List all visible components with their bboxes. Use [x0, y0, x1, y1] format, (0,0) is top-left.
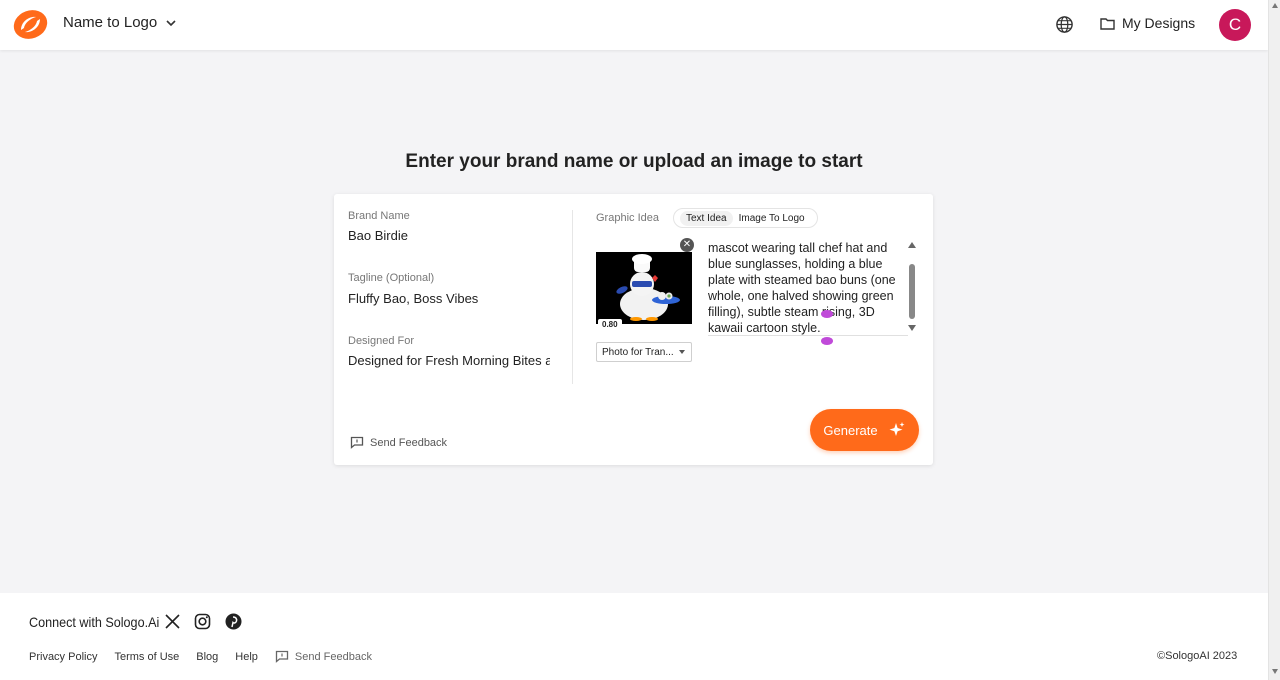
- idea-mode-toggle: Text Idea Image To Logo: [673, 208, 818, 228]
- send-feedback-label: Send Feedback: [370, 436, 448, 449]
- app-title: Name to Logo: [63, 14, 158, 31]
- footer-send-feedback-link[interactable]: Send Feedback: [275, 650, 372, 663]
- scroll-down-arrow-icon[interactable]: [1272, 669, 1278, 674]
- my-designs-button[interactable]: My Designs: [1100, 15, 1195, 31]
- tagline-input[interactable]: Fluffy Bao, Boss Vibes: [348, 291, 550, 306]
- copyright-text: ©SologoAI 2023: [1157, 650, 1238, 662]
- blog-link[interactable]: Blog: [196, 651, 218, 663]
- send-feedback-link[interactable]: Send Feedback: [350, 436, 447, 449]
- terms-of-use-link[interactable]: Terms of Use: [114, 651, 179, 663]
- tab-text-idea[interactable]: Text Idea: [680, 210, 733, 226]
- instagram-icon[interactable]: [194, 613, 211, 630]
- column-divider: [572, 210, 573, 384]
- generate-label: Generate: [823, 422, 878, 438]
- footer-links: Privacy Policy Terms of Use Blog Help Se…: [29, 650, 372, 663]
- logo-input-card: Brand Name Bao Birdie Tagline (Optional)…: [334, 194, 933, 465]
- brand-name-label: Brand Name: [348, 210, 410, 222]
- feedback-icon: [350, 436, 364, 449]
- photo-mode-value: Photo for Tran...: [602, 346, 674, 358]
- pinterest-icon[interactable]: [225, 613, 242, 630]
- remove-image-close-icon[interactable]: ✕: [680, 238, 694, 252]
- image-score-badge: 0.80: [598, 319, 622, 330]
- textarea-scroll-down-icon[interactable]: [908, 325, 916, 331]
- my-designs-label: My Designs: [1122, 15, 1196, 31]
- graphic-idea-textarea[interactable]: mascot wearing tall chef hat and blue su…: [708, 240, 908, 336]
- textarea-scroll-up-icon[interactable]: [908, 242, 916, 248]
- generate-button[interactable]: Generate: [810, 409, 919, 451]
- designed-for-input[interactable]: Designed for Fresh Morning Bites a: [348, 353, 550, 368]
- page-scrollbar[interactable]: [1268, 0, 1280, 680]
- help-link[interactable]: Help: [235, 651, 258, 663]
- scroll-up-arrow-icon[interactable]: [1272, 3, 1278, 8]
- footer-send-feedback-label: Send Feedback: [294, 650, 372, 663]
- text-cursor-handle-bottom[interactable]: [821, 337, 833, 345]
- user-avatar[interactable]: C: [1219, 9, 1251, 41]
- select-caret-icon: [679, 350, 685, 354]
- photo-mode-select[interactable]: Photo for Tran...: [596, 342, 692, 362]
- folder-icon: [1100, 17, 1115, 30]
- uploaded-image-thumbnail[interactable]: [596, 252, 692, 324]
- tagline-label: Tagline (Optional): [348, 272, 435, 284]
- privacy-policy-link[interactable]: Privacy Policy: [29, 651, 97, 663]
- textarea-scrollbar[interactable]: [908, 242, 918, 334]
- feedback-icon: [275, 650, 289, 663]
- connect-with-label: Connect with Sologo.Ai: [29, 614, 160, 630]
- x-twitter-icon[interactable]: [164, 613, 181, 630]
- textarea-scroll-thumb[interactable]: [909, 264, 915, 319]
- sologo-logo-icon[interactable]: [12, 9, 49, 40]
- top-bar: Name to Logo My Designs C: [0, 0, 1268, 50]
- text-cursor-handle-top[interactable]: [821, 310, 833, 318]
- graphic-idea-label: Graphic Idea: [596, 212, 659, 224]
- mascot-image-icon: [596, 252, 692, 324]
- chevron-down-icon: [166, 19, 176, 26]
- designed-for-label: Designed For: [348, 335, 415, 347]
- app-switcher-dropdown[interactable]: Name to Logo: [63, 14, 177, 31]
- page-title: Enter your brand name or upload an image…: [405, 151, 863, 172]
- footer: Connect with Sologo.Ai Privacy Policy Te…: [0, 593, 1268, 680]
- sparkle-icon: [889, 422, 905, 436]
- tab-image-to-logo[interactable]: Image To Logo: [733, 211, 811, 226]
- brand-name-input[interactable]: Bao Birdie: [348, 228, 550, 243]
- globe-icon[interactable]: [1055, 15, 1074, 34]
